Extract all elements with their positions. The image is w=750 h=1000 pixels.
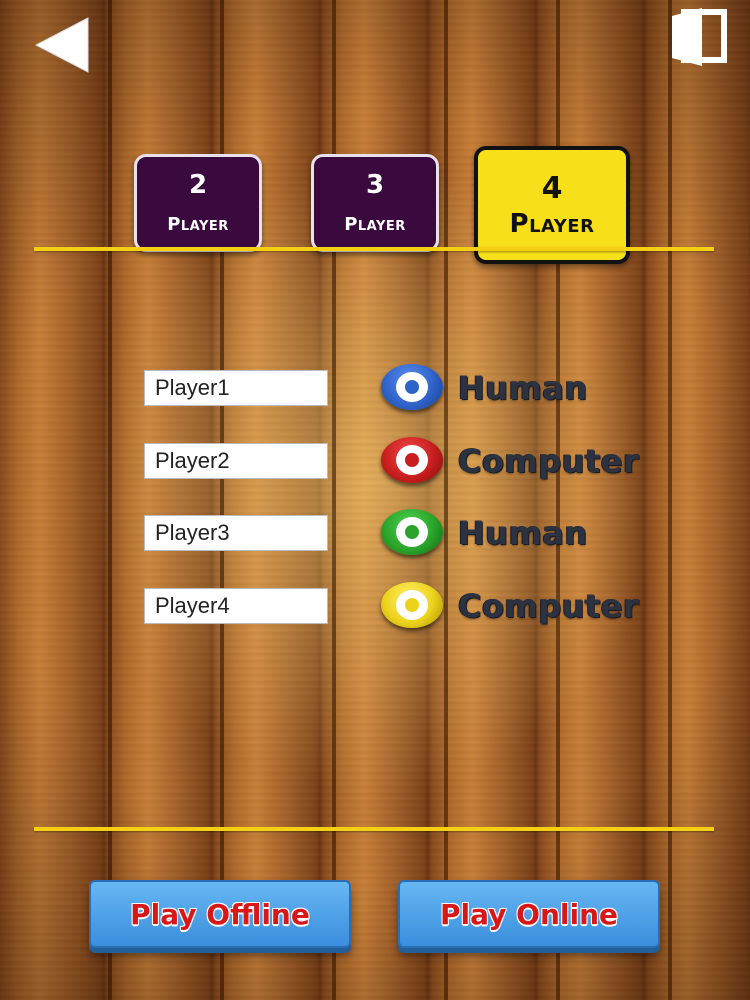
back-arrow-icon (34, 17, 89, 73)
player3-name-input[interactable]: Player3 (144, 515, 328, 551)
tab-label: Player (344, 214, 406, 235)
tab-label: Player (167, 214, 229, 235)
player1-type-toggle[interactable]: Human (458, 366, 588, 410)
tab-number: 4 (541, 171, 563, 206)
player3-type-toggle[interactable]: Human (458, 511, 588, 555)
token-core (405, 380, 419, 394)
exit-button[interactable] (668, 6, 730, 68)
player-row-3: Player3 Human (0, 509, 750, 557)
player-count-tabs: 2 Player 3 Player 4 Player (0, 146, 750, 264)
green-token-icon[interactable] (381, 509, 443, 555)
tab-label: Player (509, 209, 595, 239)
token-core (405, 453, 419, 467)
player-row-4: Player4 Computer (0, 582, 750, 630)
tab-number: 3 (365, 170, 385, 200)
tab-3-player[interactable]: 3 Player (311, 154, 439, 252)
player2-name-input[interactable]: Player2 (144, 443, 328, 479)
player2-type-toggle[interactable]: Computer (458, 439, 639, 483)
play-online-button[interactable]: Play Online (398, 880, 660, 948)
exit-door-icon (672, 8, 727, 66)
player-row-2: Player2 Computer (0, 437, 750, 485)
yellow-token-icon[interactable] (381, 582, 443, 628)
play-offline-button[interactable]: Play Offline (89, 880, 351, 948)
red-token-icon[interactable] (381, 437, 443, 483)
player1-name-input[interactable]: Player1 (144, 370, 328, 406)
player-row-1: Player1 Human (0, 364, 750, 412)
player4-name-input[interactable]: Player4 (144, 588, 328, 624)
tab-number: 2 (188, 170, 208, 200)
token-core (405, 598, 419, 612)
bottom-divider (34, 827, 714, 831)
tab-2-player[interactable]: 2 Player (134, 154, 262, 252)
top-divider (34, 247, 714, 251)
token-core (405, 525, 419, 539)
blue-token-icon[interactable] (381, 364, 443, 410)
back-button[interactable] (30, 14, 94, 76)
player4-type-toggle[interactable]: Computer (458, 584, 639, 628)
